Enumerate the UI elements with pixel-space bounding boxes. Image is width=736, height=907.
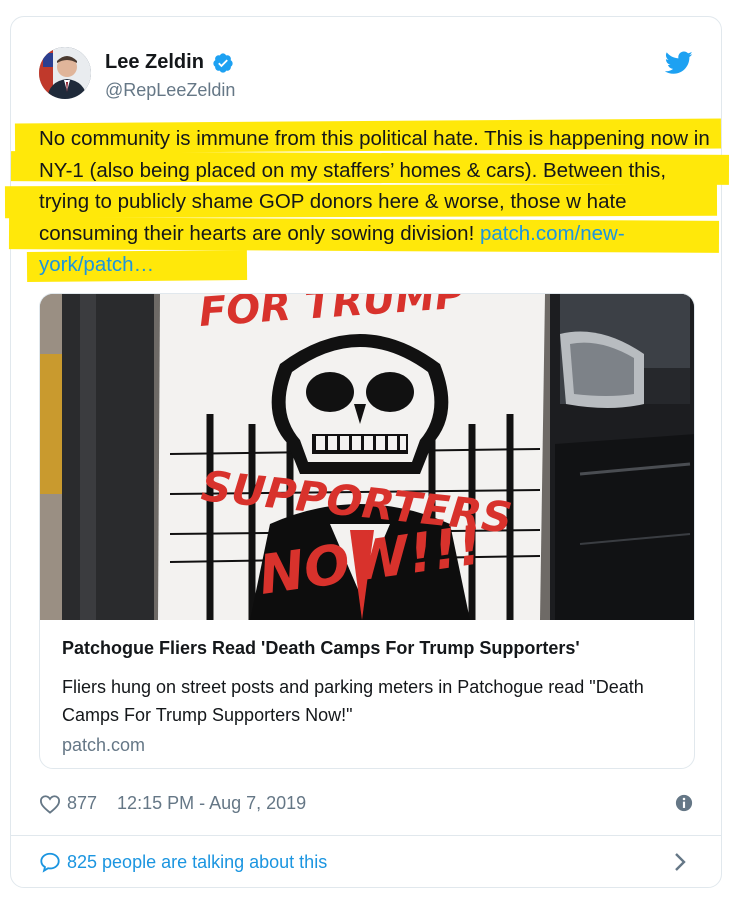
footer-divider xyxy=(11,835,721,836)
conversation-count-text[interactable]: 825 people are talking about this xyxy=(67,852,327,873)
author-handle[interactable]: @RepLeeZeldin xyxy=(105,80,235,101)
info-icon[interactable] xyxy=(675,794,693,812)
link-preview-meta[interactable]: Patchogue Fliers Read 'Death Camps For T… xyxy=(62,638,678,756)
tweet-meta-row: 877 12:15 PM - Aug 7, 2019 xyxy=(39,793,693,814)
tweet-text: No community is immune from this politic… xyxy=(39,123,719,281)
conversation-link[interactable]: 825 people are talking about this xyxy=(39,851,693,873)
avatar[interactable] xyxy=(39,47,91,99)
twitter-bird-icon[interactable] xyxy=(665,51,693,75)
tweet-card: Lee Zeldin @RepLeeZeldin No community is… xyxy=(4,16,730,888)
author-name-row[interactable]: Lee Zeldin xyxy=(105,51,234,74)
link-preview-title[interactable]: Patchogue Fliers Read 'Death Camps For T… xyxy=(62,638,678,659)
heart-icon[interactable] xyxy=(39,794,61,814)
author-display-name[interactable]: Lee Zeldin xyxy=(105,51,204,74)
verified-badge-icon xyxy=(213,52,233,73)
tweet-timestamp[interactable]: 12:15 PM - Aug 7, 2019 xyxy=(117,793,306,814)
link-preview-domain: patch.com xyxy=(62,735,146,755)
speech-bubble-icon xyxy=(40,852,60,873)
link-preview-card[interactable]: FOR TRUMP SUPPORTERS NOW!!! Patchogue Fl… xyxy=(39,293,695,769)
chevron-right-icon[interactable] xyxy=(673,851,687,873)
like-count[interactable]: 877 xyxy=(67,793,97,814)
link-preview-description: Fliers hung on street posts and parking … xyxy=(62,677,644,725)
link-preview-image[interactable]: FOR TRUMP SUPPORTERS NOW!!! xyxy=(40,294,694,620)
